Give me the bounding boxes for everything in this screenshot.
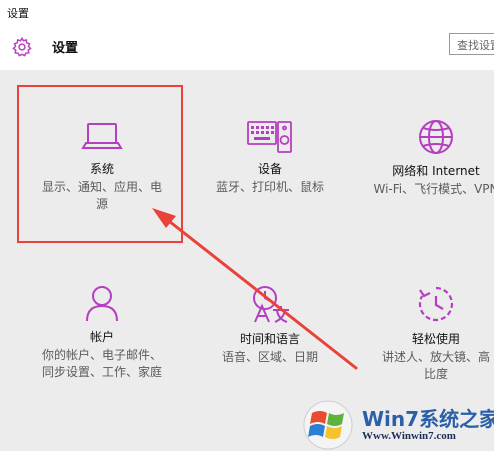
tile-description-cont: 比度: [423, 367, 448, 381]
tile-description: 讲述人、放大镜、高: [381, 350, 490, 364]
tile-accounts[interactable]: 帐户 你的帐户、电子邮件、 同步设置、工作、家庭: [22, 284, 182, 381]
keyboard-speaker-icon: [247, 121, 292, 153]
tile-description: Wi-Fi、飞行模式、VPN: [373, 182, 494, 196]
title-bar: 设置: [0, 0, 494, 26]
tile-name: 轻松使用: [411, 332, 460, 346]
tile-description: 你的帐户、电子邮件、: [41, 348, 162, 362]
tile-system[interactable]: 系统 显示、通知、应用、电 源: [22, 118, 182, 213]
tile-ease-of-access[interactable]: 轻松使用 讲述人、放大镜、高 比度: [356, 284, 494, 383]
tile-description-cont: 同步设置、工作、家庭: [41, 365, 162, 379]
settings-window: 设置 设置 查找设置 系统 显示、通知、应用、电 源: [0, 0, 494, 451]
tile-name: 帐户: [89, 330, 114, 344]
search-input[interactable]: 查找设置: [449, 33, 494, 55]
watermark-brand: Win7系统之家: [362, 407, 494, 431]
gear-icon: [12, 36, 32, 57]
globe-icon: [419, 120, 453, 154]
watermark-logo: Win7系统之家 Www.Winwin7.com: [298, 399, 494, 451]
windows-flag-icon: [303, 400, 353, 450]
tile-name: 时间和语言: [239, 332, 300, 346]
tile-network[interactable]: 网络和 Internet Wi-Fi、飞行模式、VPN: [356, 118, 494, 198]
window-title: 设置: [7, 7, 29, 20]
laptop-icon: [81, 123, 123, 149]
tile-name: 系统: [89, 162, 114, 176]
tile-description: 蓝牙、打印机、鼠标: [215, 180, 324, 194]
page-title: 设置: [52, 41, 79, 56]
tile-name: 设备: [257, 162, 282, 176]
person-icon: [86, 286, 118, 322]
tile-name: 网络和 Internet: [392, 164, 480, 178]
tile-description: 显示、通知、应用、电: [41, 180, 162, 194]
tile-time-language[interactable]: 时间和语言 语音、区域、日期: [190, 284, 350, 366]
watermark-site: Www.Winwin7.com: [362, 430, 456, 442]
tile-devices[interactable]: 设备 蓝牙、打印机、鼠标: [190, 118, 350, 196]
ease-of-access-icon: [418, 286, 454, 322]
tile-description-cont: 源: [95, 197, 108, 211]
time-language-icon: [253, 286, 289, 323]
settings-header: 设置: [0, 26, 494, 70]
tile-description: 语音、区域、日期: [221, 350, 318, 364]
